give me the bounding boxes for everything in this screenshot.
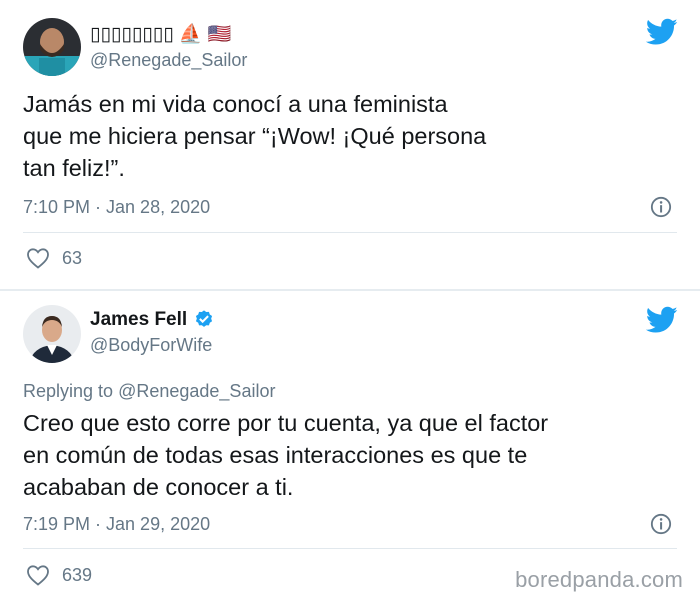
info-icon[interactable] bbox=[650, 196, 672, 218]
avatar-image bbox=[23, 305, 81, 363]
display-name[interactable]: ▯▯▯▯▯▯▯▯ ⛵ 🇺🇸 bbox=[90, 22, 232, 46]
avatar-image bbox=[23, 18, 81, 76]
heart-icon bbox=[27, 248, 49, 269]
twitter-bird-icon[interactable] bbox=[646, 306, 678, 334]
like-button[interactable]: 639 bbox=[26, 564, 92, 586]
display-name-text: James Fell bbox=[90, 309, 188, 330]
tweet-timestamp[interactable]: 7:19 PM · Jan 29, 2020 bbox=[23, 514, 210, 535]
replying-mention-link[interactable]: @Renegade_Sailor bbox=[118, 381, 275, 401]
tweet-text: Creo que esto corre por tu cuenta, ya qu… bbox=[23, 410, 549, 500]
user-handle[interactable]: @BodyForWife bbox=[90, 335, 212, 356]
tweet-text: Jamás en mi vida conocí a una feminista … bbox=[23, 91, 487, 181]
tweet-card-1: ▯▯▯▯▯▯▯▯ ⛵ 🇺🇸 @Renegade_Sailor Jamás en … bbox=[0, 0, 700, 290]
info-icon[interactable] bbox=[650, 513, 672, 535]
like-count: 639 bbox=[62, 564, 93, 585]
twitter-bird-icon[interactable] bbox=[646, 18, 678, 46]
like-count: 63 bbox=[62, 247, 83, 268]
display-name-text: ▯▯▯▯▯▯▯▯ ⛵ 🇺🇸 bbox=[90, 24, 232, 45]
verified-badge-icon bbox=[196, 310, 213, 327]
user-handle[interactable]: @Renegade_Sailor bbox=[90, 50, 247, 71]
avatar[interactable] bbox=[23, 18, 81, 76]
tweet-separator bbox=[0, 289, 700, 291]
divider bbox=[23, 232, 677, 233]
watermark: boredpanda.com bbox=[515, 567, 683, 592]
like-button[interactable]: 63 bbox=[26, 247, 82, 269]
display-name[interactable]: James Fell bbox=[90, 309, 215, 331]
tweet-card-2: James Fell @BodyForWife Replying to @Ren… bbox=[0, 292, 700, 603]
avatar[interactable] bbox=[23, 305, 81, 363]
tweet-timestamp[interactable]: 7:10 PM · Jan 28, 2020 bbox=[23, 197, 210, 218]
divider bbox=[23, 548, 677, 549]
replying-label: Replying to bbox=[23, 381, 114, 401]
heart-icon bbox=[27, 565, 49, 586]
replying-to: Replying to @Renegade_Sailor bbox=[23, 381, 275, 402]
